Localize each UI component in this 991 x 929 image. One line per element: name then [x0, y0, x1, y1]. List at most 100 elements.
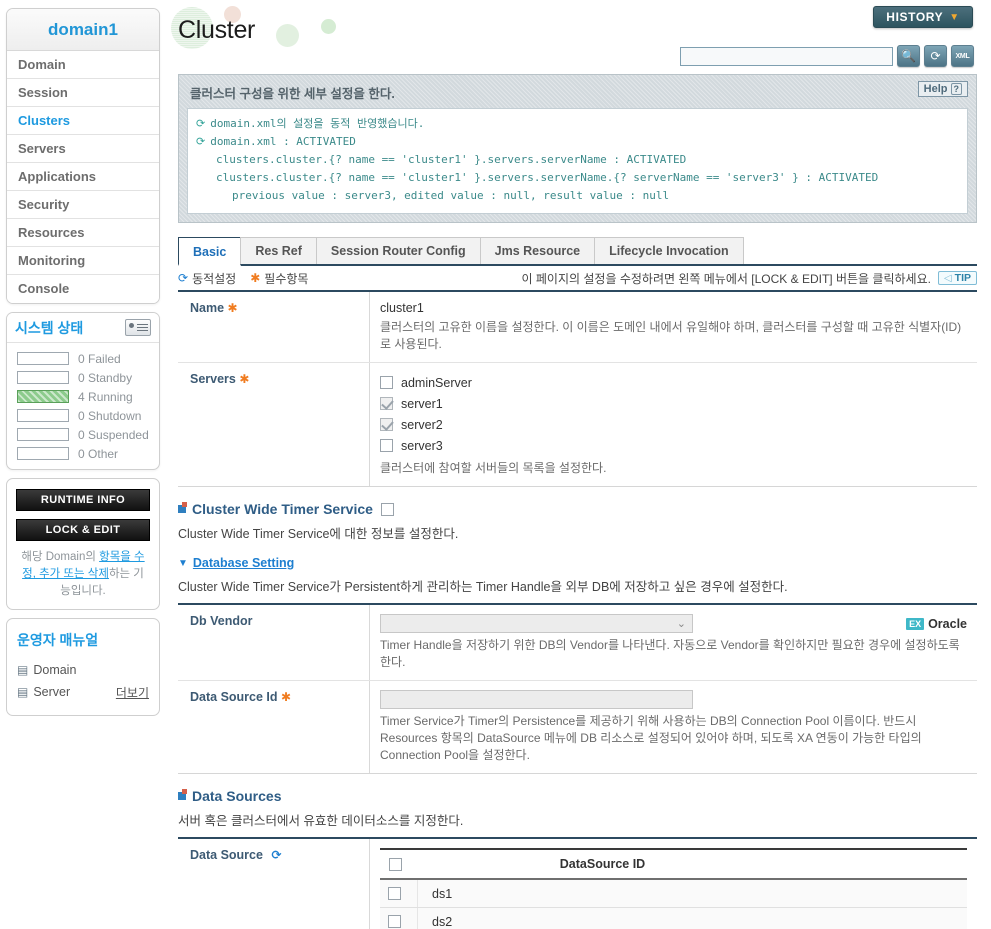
datasource-id-value: ds2 — [432, 914, 453, 929]
search-icon[interactable]: 🔍 — [897, 45, 920, 67]
lock-edit-note: 해당 Domain의 항목을 수정, 추가 또는 삭제하는 기능입니다. — [16, 549, 150, 600]
tab-bar: Basic Res Ref Session Router Config Jms … — [178, 237, 977, 266]
sidebar-item-security[interactable]: Security — [7, 191, 159, 219]
sidebar-item-session[interactable]: Session — [7, 79, 159, 107]
export-xml-icon[interactable]: XML — [951, 45, 974, 67]
search-area: 🔍 ⟳ XML — [680, 45, 974, 67]
console-line: previous value : server3, edited value :… — [232, 189, 670, 202]
tab-basic[interactable]: Basic — [178, 237, 242, 266]
sidebar-item-console[interactable]: Console — [7, 275, 159, 303]
arrow-left-icon: ◁ — [943, 272, 952, 284]
status-count: 0 — [78, 408, 85, 423]
form-row-db-vendor: Db Vendor ⌄ EX Oracle Timer Handle을 저장하기… — [178, 605, 977, 681]
sidebar-item-clusters[interactable]: Clusters — [7, 107, 159, 135]
datasource-id-value: ds1 — [432, 886, 453, 901]
database-setting-label: Database Setting — [192, 556, 295, 570]
database-setting-toggle[interactable]: ▼ Database Setting — [178, 556, 977, 570]
server-checkbox[interactable] — [380, 376, 393, 389]
sidebar-item-monitoring[interactable]: Monitoring — [7, 247, 159, 275]
system-status-header: 시스템 상태 — [7, 313, 159, 343]
form-label-data-source-id: Data Source Id ✱ — [178, 681, 370, 773]
server-option-server1[interactable]: server1 — [380, 393, 967, 414]
action-buttons-card: RUNTIME INFO LOCK & EDIT 해당 Domain의 항목을 … — [6, 478, 160, 610]
tab-lifecycle-invocation[interactable]: Lifecycle Invocation — [594, 237, 744, 264]
status-label: Shutdown — [88, 408, 142, 423]
basic-form-table: Name ✱ cluster1 클러스터의 고유한 이름을 설정한다. 이 이름… — [178, 290, 977, 487]
server-checkbox[interactable] — [380, 418, 393, 431]
status-bar — [17, 428, 69, 441]
server-option-server3[interactable]: server3 — [380, 435, 967, 456]
lock-and-edit-button[interactable]: LOCK & EDIT — [16, 519, 150, 541]
server-option-adminserver[interactable]: adminServer — [380, 372, 967, 393]
row-select-cell — [380, 908, 418, 929]
sidebar-item-resources[interactable]: Resources — [7, 219, 159, 247]
db-vendor-select[interactable]: ⌄ — [380, 614, 693, 633]
sidebar-item-servers[interactable]: Servers — [7, 135, 159, 163]
table-row[interactable]: ds1 — [380, 880, 967, 908]
form-label-data-source: Data Source ⟳ — [178, 839, 370, 929]
row-checkbox[interactable] — [388, 915, 401, 928]
manual-item-domain[interactable]: ▤ Domain — [17, 659, 149, 681]
server-option-server2[interactable]: server2 — [380, 414, 967, 435]
status-row-running: 4 Running — [7, 387, 159, 406]
book-icon: ▤ — [17, 685, 29, 699]
database-setting-desc: Cluster Wide Timer Service가 Persistent하게… — [178, 580, 788, 594]
history-button[interactable]: HISTORY ▼ — [873, 6, 973, 28]
timer-service-heading: Cluster Wide Timer Service — [178, 501, 977, 517]
status-row-standby: 0 Standby — [7, 368, 159, 387]
servers-hint: 클러스터에 참여할 서버들의 목록을 설정한다. — [380, 461, 607, 475]
tab-res-ref[interactable]: Res Ref — [240, 237, 317, 264]
manual-more-link[interactable]: 더보기 — [116, 684, 149, 701]
timer-service-enable-checkbox[interactable] — [380, 502, 394, 516]
row-checkbox[interactable] — [388, 887, 401, 900]
status-count: 0 — [78, 427, 85, 442]
status-row-shutdown: 0 Shutdown — [7, 406, 159, 425]
sidebar-item-applications[interactable]: Applications — [7, 163, 159, 191]
console-line: clusters.cluster.{? name == 'cluster1' }… — [216, 171, 879, 184]
search-input[interactable] — [680, 46, 893, 66]
server-label: server2 — [401, 417, 443, 432]
server-label: adminServer — [401, 375, 472, 390]
form-label-servers: Servers ✱ — [178, 363, 370, 486]
legend-bar: ⟳ 동적설정 ✱ 필수항목 이 페이지의 설정을 수정하려면 왼쪽 메뉴에서 [… — [178, 266, 977, 290]
table-row[interactable]: ds2 — [380, 908, 967, 929]
db-vendor-row: ⌄ EX Oracle — [380, 614, 967, 633]
chevron-down-icon: ⌄ — [676, 618, 686, 630]
manual-item-server[interactable]: ▤ Server 더보기 — [17, 681, 149, 703]
console-title: 클러스터 구성을 위한 세부 설정을 한다. — [190, 87, 395, 101]
label-text: Db Vendor — [190, 614, 253, 628]
status-bar — [17, 447, 69, 460]
main-content: Cluster HISTORY ▼ 🔍 ⟳ XML 클러스터 구성을 위한 세부… — [166, 0, 991, 929]
server-checkbox[interactable] — [380, 439, 393, 452]
cluster-name-value: cluster1 — [380, 301, 424, 315]
page-title: Cluster — [178, 16, 256, 44]
console-line-text: domain.xml : ACTIVATED — [210, 135, 356, 148]
tip-badge-label: TIP — [954, 272, 971, 284]
nav-list: Domain Session Clusters Servers Applicat… — [7, 51, 159, 303]
tip-badge[interactable]: ◁ TIP — [937, 271, 977, 285]
form-value-name: cluster1 클러스터의 고유한 이름을 설정한다. 이 이름은 도메인 내… — [370, 292, 977, 362]
tab-jms-resource[interactable]: Jms Resource — [479, 237, 596, 264]
form-label-name: Name ✱ — [178, 292, 370, 362]
refresh-icon[interactable]: ⟳ — [924, 45, 947, 67]
sync-icon: ⟳ — [178, 271, 189, 285]
decorative-dot — [321, 19, 336, 34]
runtime-info-button[interactable]: RUNTIME INFO — [16, 489, 150, 511]
sync-icon: ⟳ — [196, 135, 206, 148]
select-all-checkbox[interactable] — [388, 857, 402, 871]
tip-message: 이 페이지의 설정을 수정하려면 왼쪽 메뉴에서 [LOCK & EDIT] 버… — [521, 271, 931, 286]
domain-nav-card: domain1 Domain Session Clusters Servers … — [6, 8, 160, 304]
status-label: Other — [88, 446, 119, 461]
data-source-id-input[interactable] — [380, 690, 693, 709]
status-label: Suspended — [88, 427, 149, 442]
legend-dynamic-label: 동적설정 — [192, 271, 237, 286]
status-count: 0 — [78, 370, 85, 385]
label-text: Servers — [190, 372, 236, 386]
help-button[interactable]: Help ? — [917, 81, 968, 97]
laptop-icon[interactable] — [125, 319, 151, 336]
sidebar-item-domain[interactable]: Domain — [7, 51, 159, 79]
decorative-dot — [276, 24, 299, 47]
tab-session-router-config[interactable]: Session Router Config — [315, 237, 481, 264]
form-value-db-vendor: ⌄ EX Oracle Timer Handle을 저장하기 위한 DB의 Ve… — [370, 605, 977, 680]
server-checkbox[interactable] — [380, 397, 393, 410]
